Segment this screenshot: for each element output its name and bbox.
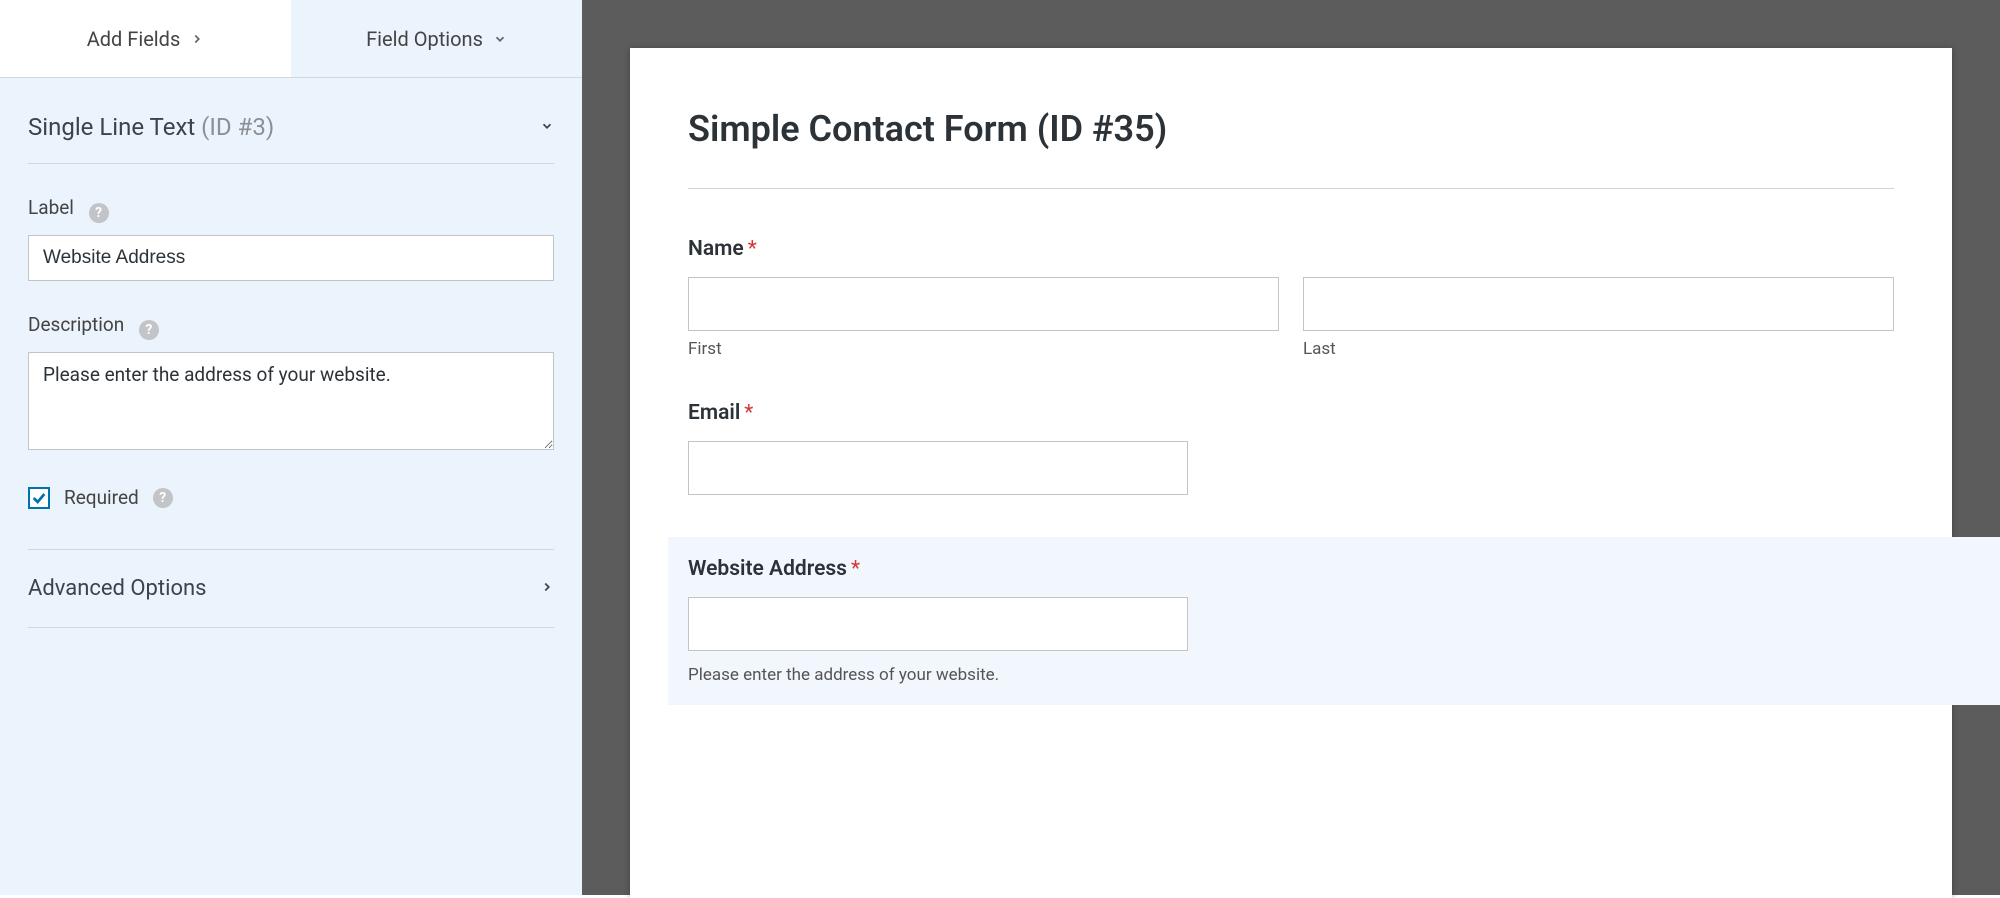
chevron-right-icon — [190, 27, 204, 51]
required-row: Required ? — [28, 486, 554, 509]
tab-field-options[interactable]: Field Options — [291, 0, 582, 77]
label-text: Label — [28, 196, 74, 219]
description-field-label: Description ? — [28, 313, 554, 340]
website-input-wrap — [688, 597, 1188, 651]
field-email-label: Email* — [688, 401, 1894, 425]
label-field-label: Label ? — [28, 196, 554, 223]
field-website-label: Website Address* — [688, 557, 1894, 581]
form-preview: Simple Contact Form (ID #35) Name* First… — [630, 48, 1952, 898]
option-description-block: Description ? — [28, 313, 554, 454]
label-text: Website Address — [688, 557, 847, 581]
tab-add-fields[interactable]: Add Fields — [0, 0, 291, 77]
help-icon[interactable]: ? — [153, 488, 173, 508]
last-name-sublabel: Last — [1303, 339, 1894, 359]
tabs: Add Fields Field Options — [0, 0, 582, 78]
first-name-input[interactable] — [688, 277, 1279, 331]
last-name-input[interactable] — [1303, 277, 1894, 331]
email-input[interactable] — [688, 441, 1188, 495]
chevron-down-icon — [493, 27, 507, 51]
preview-area: Simple Contact Form (ID #35) Name* First… — [582, 0, 2000, 895]
tab-field-options-label: Field Options — [366, 27, 483, 51]
required-star: * — [744, 401, 753, 425]
field-name-label: Name* — [688, 237, 1894, 261]
label-text: Email — [688, 401, 740, 425]
website-input[interactable] — [688, 597, 1188, 651]
description-input[interactable] — [28, 352, 554, 450]
sidebar: Add Fields Field Options Single Line Tex… — [0, 0, 582, 895]
advanced-options-toggle[interactable]: Advanced Options — [28, 549, 554, 628]
name-row: First Last — [688, 277, 1894, 359]
field-type-header[interactable]: Single Line Text (ID #3) — [28, 113, 554, 164]
tab-add-fields-label: Add Fields — [87, 27, 181, 51]
advanced-options-title: Advanced Options — [28, 576, 207, 601]
name-first-col: First — [688, 277, 1279, 359]
field-email[interactable]: Email* — [688, 401, 1894, 495]
field-name[interactable]: Name* First Last — [688, 237, 1894, 359]
field-website-address[interactable]: Website Address* Please enter the addres… — [668, 537, 2000, 705]
option-label-block: Label ? — [28, 196, 554, 281]
label-text: Name — [688, 237, 744, 261]
chevron-right-icon — [540, 579, 554, 598]
required-star: * — [851, 557, 860, 581]
help-icon[interactable]: ? — [139, 320, 159, 340]
help-icon[interactable]: ? — [89, 203, 109, 223]
field-website-description: Please enter the address of your website… — [688, 665, 1894, 685]
options-panel: Single Line Text (ID #3) Label ? Descrip… — [0, 78, 582, 628]
name-last-col: Last — [1303, 277, 1894, 359]
email-input-wrap — [688, 441, 1188, 495]
label-input[interactable] — [28, 235, 554, 281]
description-label-text: Description — [28, 313, 124, 336]
first-name-sublabel: First — [688, 339, 1279, 359]
field-type-name: Single Line Text — [28, 113, 195, 141]
field-id-label: (ID #3) — [201, 113, 274, 141]
option-required-block: Required ? — [28, 486, 554, 509]
required-star: * — [748, 237, 757, 261]
form-title: Simple Contact Form (ID #35) — [688, 108, 1894, 189]
chevron-down-icon — [540, 118, 554, 137]
required-label: Required — [64, 486, 139, 509]
required-checkbox[interactable] — [28, 487, 50, 509]
app-root: Add Fields Field Options Single Line Tex… — [0, 0, 2000, 895]
field-type-title: Single Line Text (ID #3) — [28, 113, 274, 141]
